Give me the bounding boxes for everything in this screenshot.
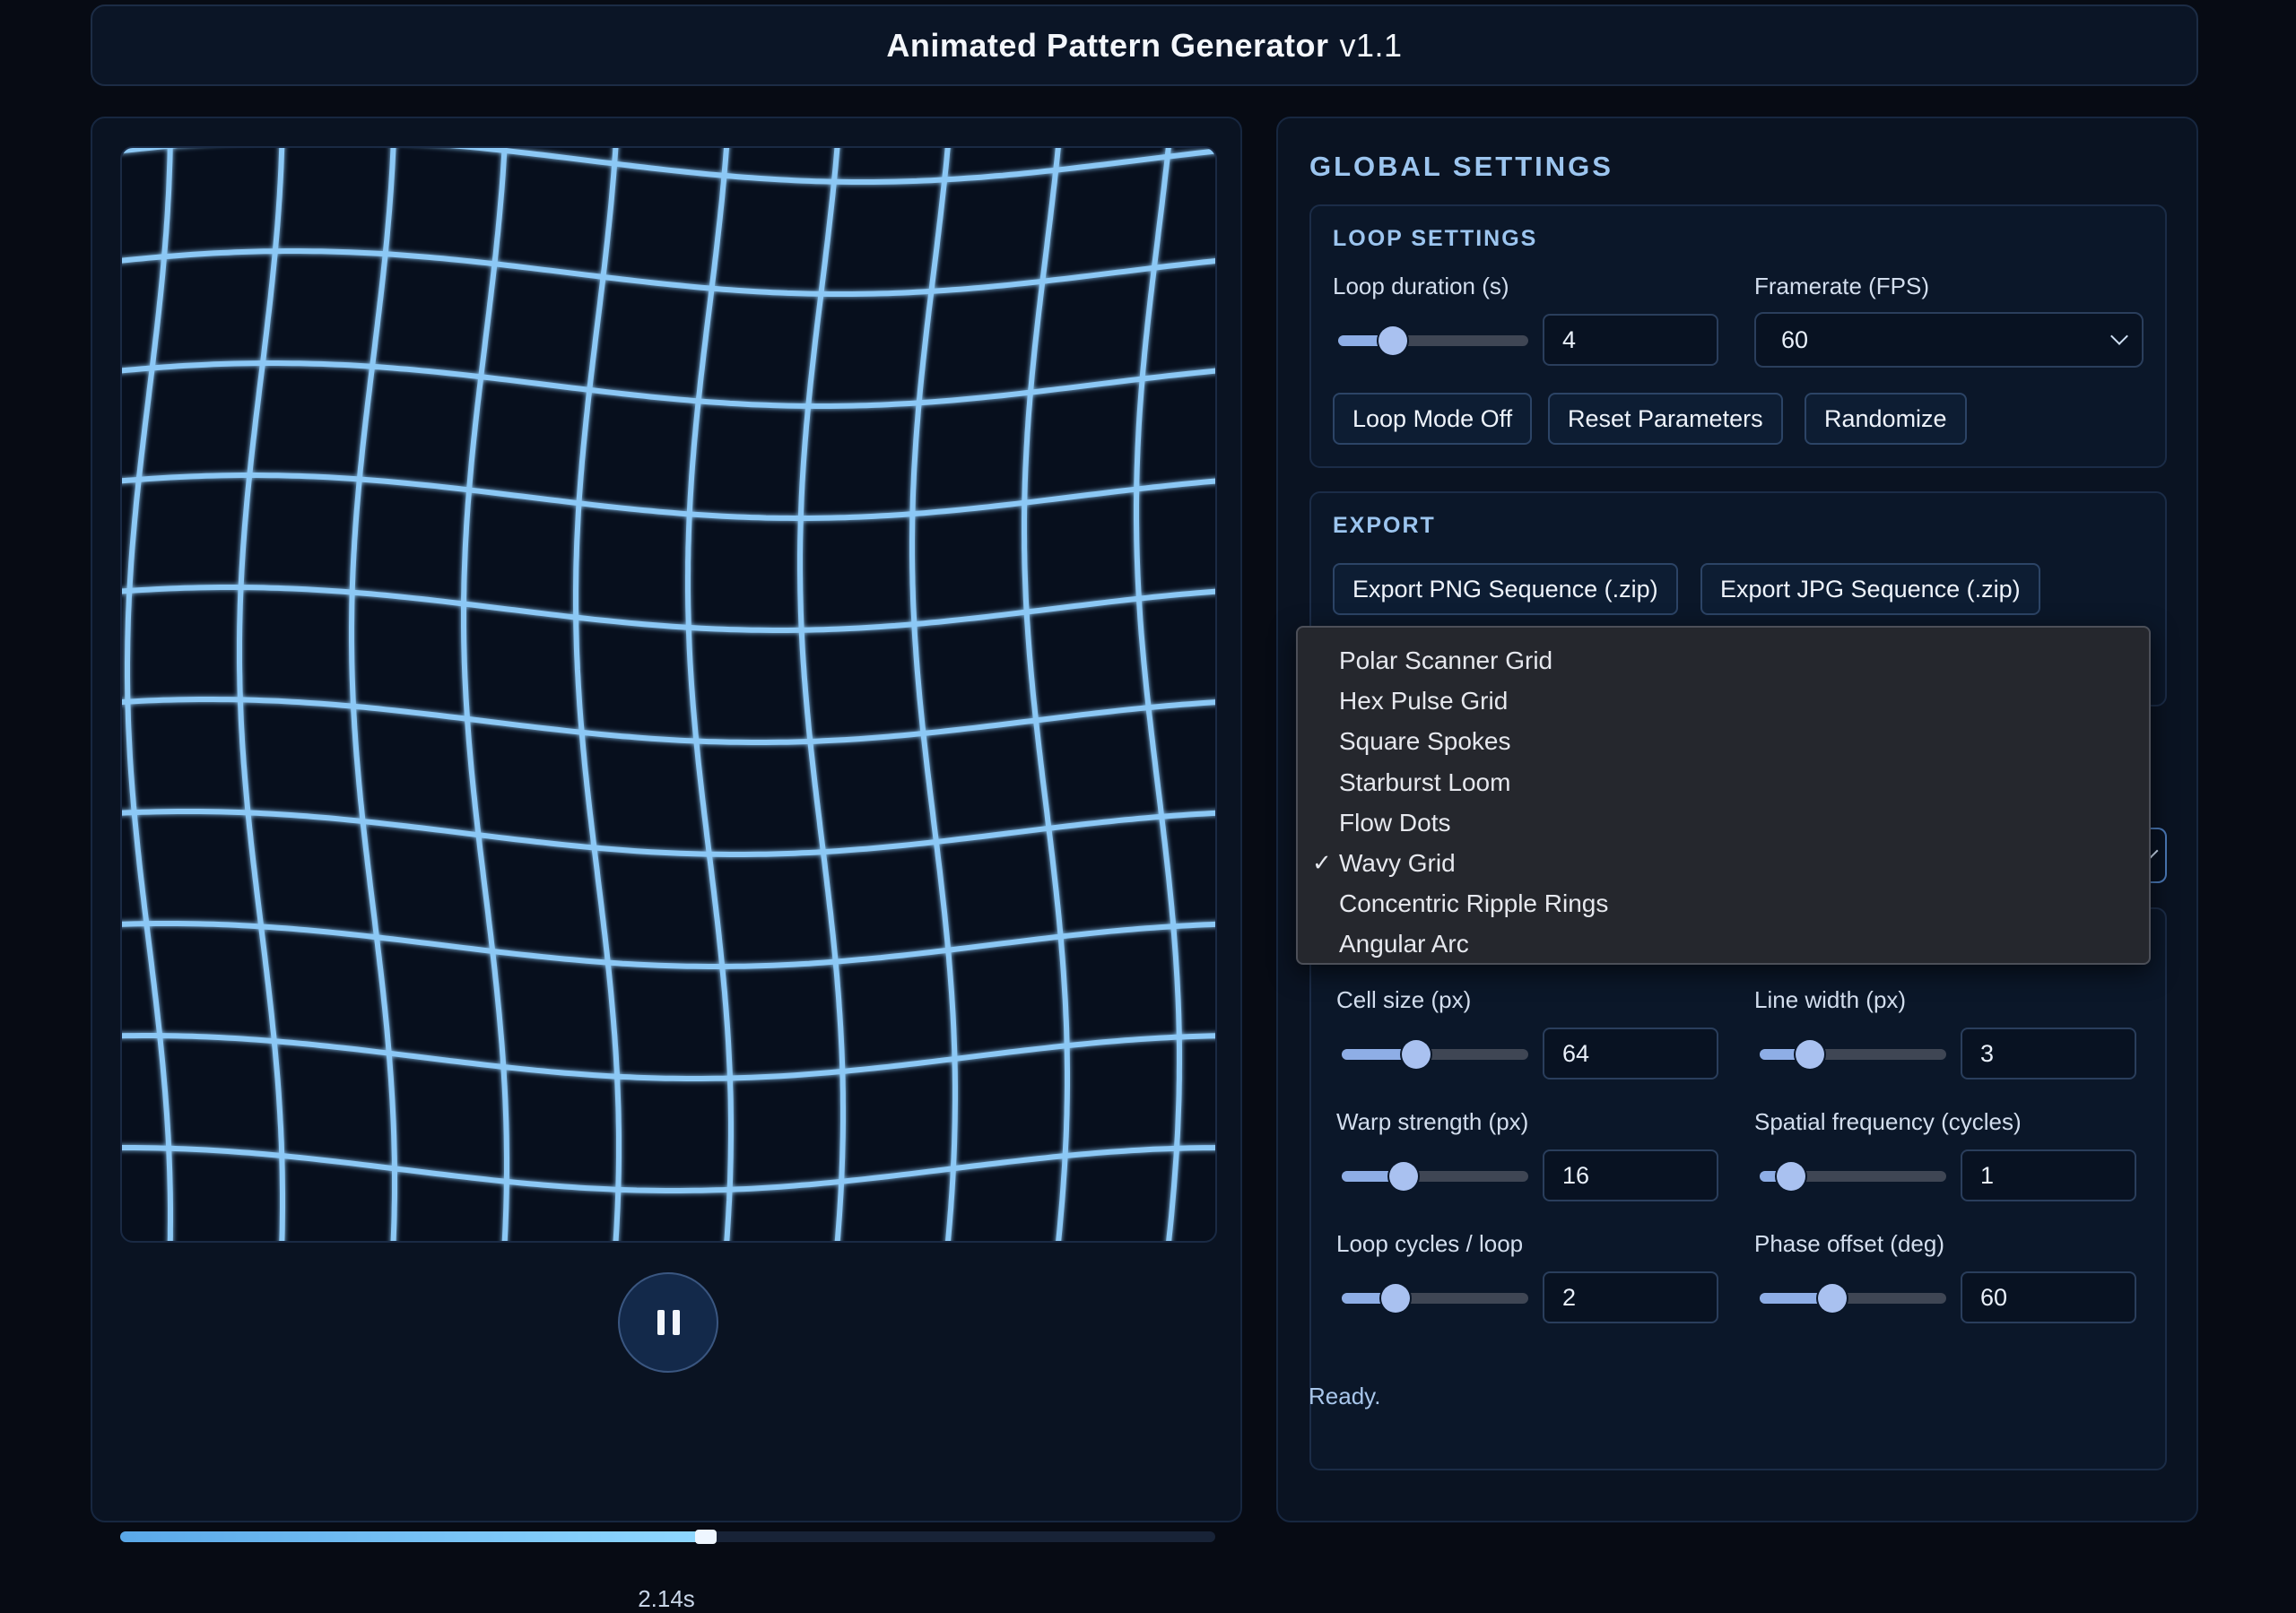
line-width-input[interactable]: 3 (1961, 1028, 2136, 1080)
pattern-option[interactable]: Angular Arc (1298, 924, 2149, 964)
grid-line-vertical (797, 148, 846, 1241)
pattern-option-label: Square Spokes (1339, 727, 1511, 756)
loop-cycles-label: Loop cycles / loop (1336, 1230, 1524, 1257)
checkmark-icon: ✓ (1312, 848, 1332, 876)
pattern-option[interactable]: Hex Pulse Grid (1298, 681, 2149, 721)
phase-offset-label: Phase offset (deg) (1754, 1230, 1944, 1257)
chevron-down-icon (2110, 327, 2128, 345)
grid-line-horizontal (122, 921, 1215, 969)
randomize-button[interactable]: Randomize (1805, 393, 1967, 445)
global-settings-title: GLOBAL SETTINGS (1309, 151, 1613, 182)
export-title: EXPORT (1333, 513, 1436, 538)
wavy-grid-preview (122, 148, 1215, 1241)
reset-parameters-button[interactable]: Reset Parameters (1548, 393, 1783, 445)
app-title: Animated Pattern Generator (886, 26, 1329, 64)
grid-line-vertical (349, 148, 397, 1241)
app-header: Animated Pattern Generator v1.1 (91, 4, 2198, 86)
loop-cycles-slider[interactable] (1342, 1284, 1528, 1313)
cell-size-label: Cell size (px) (1336, 986, 1472, 1013)
pattern-params-section: Cell size (px) 64 Line width (px) 3 Warp… (1309, 907, 2167, 1470)
spatial-frequency-input[interactable]: 1 (1961, 1149, 2136, 1201)
export-png-button[interactable]: Export PNG Sequence (.zip) (1333, 563, 1678, 615)
pattern-option-label: Polar Scanner Grid (1339, 646, 1553, 674)
loop-duration-input[interactable]: 4 (1543, 314, 1718, 366)
loop-settings-section: LOOP SETTINGS Loop duration (s) 4 Framer… (1309, 204, 2167, 468)
grid-line-vertical (1022, 148, 1070, 1241)
spatial-frequency-label: Spatial frequency (cycles) (1754, 1108, 2022, 1135)
loop-mode-button[interactable]: Loop Mode Off (1333, 393, 1533, 445)
pattern-option[interactable]: Square Spokes (1298, 721, 2149, 761)
app-version: v1.1 (1339, 26, 1403, 64)
pattern-option-label: Angular Arc (1339, 930, 1469, 958)
pattern-option[interactable]: Starburst Loom (1298, 762, 2149, 802)
warp-strength-slider[interactable] (1342, 1162, 1528, 1191)
grid-line-vertical (125, 148, 173, 1241)
pattern-option-label: Starburst Loom (1339, 767, 1511, 796)
pattern-canvas[interactable] (120, 146, 1217, 1243)
grid-line-vertical (909, 148, 958, 1241)
grid-line-horizontal (122, 360, 1215, 409)
cell-size-input[interactable]: 64 (1543, 1028, 1718, 1080)
preview-panel: 2.14s (91, 117, 1242, 1612)
pattern-option-label: Hex Pulse Grid (1339, 687, 1509, 715)
pause-icon (657, 1310, 680, 1335)
warp-strength-label: Warp strength (px) (1336, 1108, 1529, 1135)
grid-line-horizontal (122, 473, 1215, 521)
grid-line-horizontal (122, 1145, 1215, 1193)
cell-size-slider[interactable] (1342, 1040, 1528, 1069)
grid-line-horizontal (122, 1033, 1215, 1081)
status-text: Ready. (1309, 1383, 1381, 1409)
spatial-frequency-slider[interactable] (1760, 1162, 1946, 1191)
timeline-scrubber[interactable] (120, 1530, 1215, 1544)
pattern-option-label: Concentric Ripple Rings (1339, 889, 1609, 918)
pattern-option[interactable]: ✓ Wavy Grid (1298, 843, 2149, 883)
line-width-label: Line width (px) (1754, 986, 1907, 1013)
pattern-option[interactable]: Polar Scanner Grid (1298, 640, 2149, 681)
pattern-option-label: Flow Dots (1339, 808, 1451, 837)
grid-line-vertical (237, 148, 285, 1241)
pattern-option[interactable]: Concentric Ripple Rings (1298, 883, 2149, 924)
timeline-thumb[interactable] (695, 1530, 718, 1544)
pattern-dropdown-menu[interactable]: Polar Scanner Grid Hex Pulse Grid Square S… (1296, 626, 2151, 965)
time-readout: 2.14s (638, 1585, 695, 1612)
loop-settings-title: LOOP SETTINGS (1333, 226, 1538, 251)
loop-cycles-input[interactable]: 2 (1543, 1271, 1718, 1323)
framerate-value: 60 (1781, 325, 1809, 353)
framerate-label: Framerate (FPS) (1754, 273, 1930, 299)
framerate-select[interactable]: 60 (1754, 312, 2144, 368)
pattern-option[interactable]: Flow Dots (1298, 802, 2149, 843)
pattern-option-label: Wavy Grid (1339, 848, 1456, 877)
grid-line-vertical (461, 148, 509, 1241)
line-width-slider[interactable] (1760, 1040, 1946, 1069)
loop-duration-slider[interactable] (1338, 326, 1528, 355)
grid-line-horizontal (122, 697, 1215, 745)
timeline-progress (120, 1531, 707, 1542)
phase-offset-input[interactable]: 60 (1961, 1271, 2136, 1323)
grid-line-vertical (1134, 148, 1182, 1241)
loop-duration-label: Loop duration (s) (1333, 273, 1509, 299)
grid-line-horizontal (122, 248, 1215, 297)
play-pause-button[interactable] (618, 1272, 718, 1373)
grid-line-horizontal (122, 585, 1215, 633)
warp-strength-input[interactable]: 16 (1543, 1149, 1718, 1201)
export-jpg-button[interactable]: Export JPG Sequence (.zip) (1700, 563, 2040, 615)
phase-offset-slider[interactable] (1760, 1284, 1946, 1313)
